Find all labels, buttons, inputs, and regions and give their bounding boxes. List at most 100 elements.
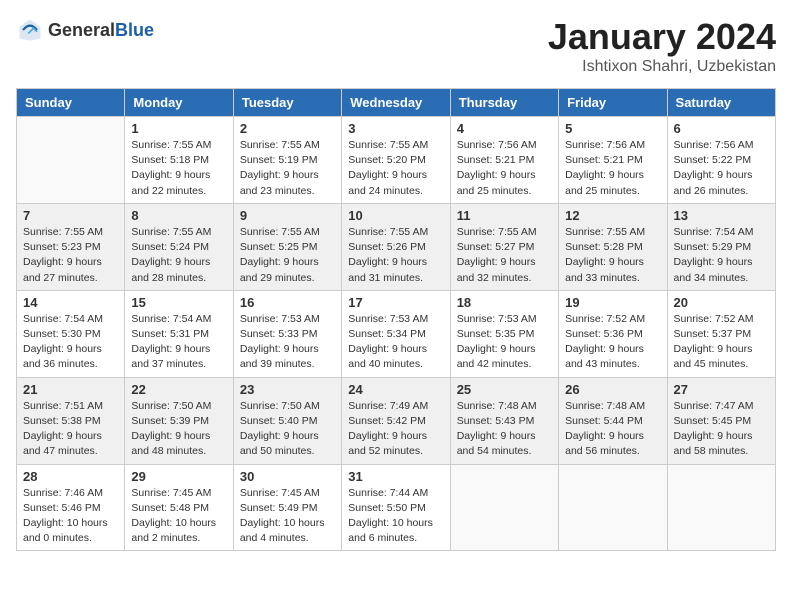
calendar-cell: 8 Sunrise: 7:55 AMSunset: 5:24 PMDayligh… <box>125 203 233 290</box>
day-info: Sunrise: 7:55 AMSunset: 5:26 PMDaylight:… <box>348 225 443 286</box>
calendar-cell: 28 Sunrise: 7:46 AMSunset: 5:46 PMDaylig… <box>17 464 125 551</box>
day-number: 18 <box>457 295 552 310</box>
day-number: 29 <box>131 469 226 484</box>
day-number: 21 <box>23 382 118 397</box>
month-title: January 2024 <box>548 16 776 58</box>
calendar-cell: 23 Sunrise: 7:50 AMSunset: 5:40 PMDaylig… <box>233 377 341 464</box>
day-number: 30 <box>240 469 335 484</box>
day-number: 12 <box>565 208 660 223</box>
calendar-cell: 3 Sunrise: 7:55 AMSunset: 5:20 PMDayligh… <box>342 117 450 204</box>
day-info: Sunrise: 7:49 AMSunset: 5:42 PMDaylight:… <box>348 399 443 460</box>
day-number: 13 <box>674 208 769 223</box>
day-number: 17 <box>348 295 443 310</box>
day-number: 20 <box>674 295 769 310</box>
calendar-cell: 26 Sunrise: 7:48 AMSunset: 5:44 PMDaylig… <box>559 377 667 464</box>
calendar-week-row: 28 Sunrise: 7:46 AMSunset: 5:46 PMDaylig… <box>17 464 776 551</box>
day-info: Sunrise: 7:45 AMSunset: 5:49 PMDaylight:… <box>240 486 335 547</box>
weekday-header-thursday: Thursday <box>450 89 558 117</box>
day-info: Sunrise: 7:55 AMSunset: 5:25 PMDaylight:… <box>240 225 335 286</box>
calendar-cell: 4 Sunrise: 7:56 AMSunset: 5:21 PMDayligh… <box>450 117 558 204</box>
day-info: Sunrise: 7:55 AMSunset: 5:18 PMDaylight:… <box>131 138 226 199</box>
calendar-week-row: 21 Sunrise: 7:51 AMSunset: 5:38 PMDaylig… <box>17 377 776 464</box>
day-number: 15 <box>131 295 226 310</box>
day-number: 28 <box>23 469 118 484</box>
logo: GeneralBlue <box>16 16 154 44</box>
day-number: 14 <box>23 295 118 310</box>
day-number: 9 <box>240 208 335 223</box>
title-area: January 2024 Ishtixon Shahri, Uzbekistan <box>548 16 776 76</box>
day-number: 22 <box>131 382 226 397</box>
day-number: 19 <box>565 295 660 310</box>
calendar-cell: 13 Sunrise: 7:54 AMSunset: 5:29 PMDaylig… <box>667 203 775 290</box>
day-info: Sunrise: 7:44 AMSunset: 5:50 PMDaylight:… <box>348 486 443 547</box>
calendar-cell: 30 Sunrise: 7:45 AMSunset: 5:49 PMDaylig… <box>233 464 341 551</box>
day-info: Sunrise: 7:47 AMSunset: 5:45 PMDaylight:… <box>674 399 769 460</box>
day-info: Sunrise: 7:52 AMSunset: 5:36 PMDaylight:… <box>565 312 660 373</box>
calendar-cell: 21 Sunrise: 7:51 AMSunset: 5:38 PMDaylig… <box>17 377 125 464</box>
logo-text-blue: Blue <box>115 20 154 40</box>
day-number: 6 <box>674 121 769 136</box>
weekday-header-wednesday: Wednesday <box>342 89 450 117</box>
day-number: 23 <box>240 382 335 397</box>
calendar-cell: 5 Sunrise: 7:56 AMSunset: 5:21 PMDayligh… <box>559 117 667 204</box>
day-info: Sunrise: 7:50 AMSunset: 5:40 PMDaylight:… <box>240 399 335 460</box>
day-info: Sunrise: 7:55 AMSunset: 5:24 PMDaylight:… <box>131 225 226 286</box>
day-info: Sunrise: 7:48 AMSunset: 5:44 PMDaylight:… <box>565 399 660 460</box>
calendar-cell: 22 Sunrise: 7:50 AMSunset: 5:39 PMDaylig… <box>125 377 233 464</box>
day-number: 5 <box>565 121 660 136</box>
calendar-week-row: 14 Sunrise: 7:54 AMSunset: 5:30 PMDaylig… <box>17 290 776 377</box>
day-info: Sunrise: 7:46 AMSunset: 5:46 PMDaylight:… <box>23 486 118 547</box>
day-info: Sunrise: 7:56 AMSunset: 5:21 PMDaylight:… <box>565 138 660 199</box>
calendar-cell: 14 Sunrise: 7:54 AMSunset: 5:30 PMDaylig… <box>17 290 125 377</box>
day-info: Sunrise: 7:56 AMSunset: 5:21 PMDaylight:… <box>457 138 552 199</box>
day-info: Sunrise: 7:55 AMSunset: 5:28 PMDaylight:… <box>565 225 660 286</box>
day-info: Sunrise: 7:55 AMSunset: 5:19 PMDaylight:… <box>240 138 335 199</box>
weekday-header-monday: Monday <box>125 89 233 117</box>
weekday-header-tuesday: Tuesday <box>233 89 341 117</box>
day-info: Sunrise: 7:55 AMSunset: 5:27 PMDaylight:… <box>457 225 552 286</box>
location-title: Ishtixon Shahri, Uzbekistan <box>548 58 776 76</box>
day-number: 3 <box>348 121 443 136</box>
weekday-header-friday: Friday <box>559 89 667 117</box>
calendar-cell: 24 Sunrise: 7:49 AMSunset: 5:42 PMDaylig… <box>342 377 450 464</box>
calendar-cell <box>17 117 125 204</box>
day-info: Sunrise: 7:54 AMSunset: 5:30 PMDaylight:… <box>23 312 118 373</box>
weekday-header-saturday: Saturday <box>667 89 775 117</box>
logo-icon <box>16 16 44 44</box>
calendar-cell: 31 Sunrise: 7:44 AMSunset: 5:50 PMDaylig… <box>342 464 450 551</box>
calendar-cell: 27 Sunrise: 7:47 AMSunset: 5:45 PMDaylig… <box>667 377 775 464</box>
day-info: Sunrise: 7:54 AMSunset: 5:29 PMDaylight:… <box>674 225 769 286</box>
calendar-cell: 25 Sunrise: 7:48 AMSunset: 5:43 PMDaylig… <box>450 377 558 464</box>
day-number: 2 <box>240 121 335 136</box>
day-number: 26 <box>565 382 660 397</box>
day-number: 27 <box>674 382 769 397</box>
calendar-cell <box>450 464 558 551</box>
day-info: Sunrise: 7:53 AMSunset: 5:35 PMDaylight:… <box>457 312 552 373</box>
day-info: Sunrise: 7:51 AMSunset: 5:38 PMDaylight:… <box>23 399 118 460</box>
day-number: 8 <box>131 208 226 223</box>
day-info: Sunrise: 7:53 AMSunset: 5:34 PMDaylight:… <box>348 312 443 373</box>
calendar-cell: 17 Sunrise: 7:53 AMSunset: 5:34 PMDaylig… <box>342 290 450 377</box>
day-info: Sunrise: 7:56 AMSunset: 5:22 PMDaylight:… <box>674 138 769 199</box>
day-number: 24 <box>348 382 443 397</box>
day-number: 31 <box>348 469 443 484</box>
calendar-cell: 6 Sunrise: 7:56 AMSunset: 5:22 PMDayligh… <box>667 117 775 204</box>
calendar-week-row: 7 Sunrise: 7:55 AMSunset: 5:23 PMDayligh… <box>17 203 776 290</box>
day-number: 10 <box>348 208 443 223</box>
day-info: Sunrise: 7:45 AMSunset: 5:48 PMDaylight:… <box>131 486 226 547</box>
day-number: 1 <box>131 121 226 136</box>
day-number: 4 <box>457 121 552 136</box>
day-info: Sunrise: 7:52 AMSunset: 5:37 PMDaylight:… <box>674 312 769 373</box>
calendar-cell: 12 Sunrise: 7:55 AMSunset: 5:28 PMDaylig… <box>559 203 667 290</box>
logo-text-general: General <box>48 20 115 40</box>
weekday-header-sunday: Sunday <box>17 89 125 117</box>
calendar-cell: 9 Sunrise: 7:55 AMSunset: 5:25 PMDayligh… <box>233 203 341 290</box>
day-number: 25 <box>457 382 552 397</box>
calendar-week-row: 1 Sunrise: 7:55 AMSunset: 5:18 PMDayligh… <box>17 117 776 204</box>
day-number: 16 <box>240 295 335 310</box>
day-info: Sunrise: 7:48 AMSunset: 5:43 PMDaylight:… <box>457 399 552 460</box>
day-info: Sunrise: 7:53 AMSunset: 5:33 PMDaylight:… <box>240 312 335 373</box>
calendar-cell: 11 Sunrise: 7:55 AMSunset: 5:27 PMDaylig… <box>450 203 558 290</box>
calendar-cell: 29 Sunrise: 7:45 AMSunset: 5:48 PMDaylig… <box>125 464 233 551</box>
weekday-header-row: SundayMondayTuesdayWednesdayThursdayFrid… <box>17 89 776 117</box>
